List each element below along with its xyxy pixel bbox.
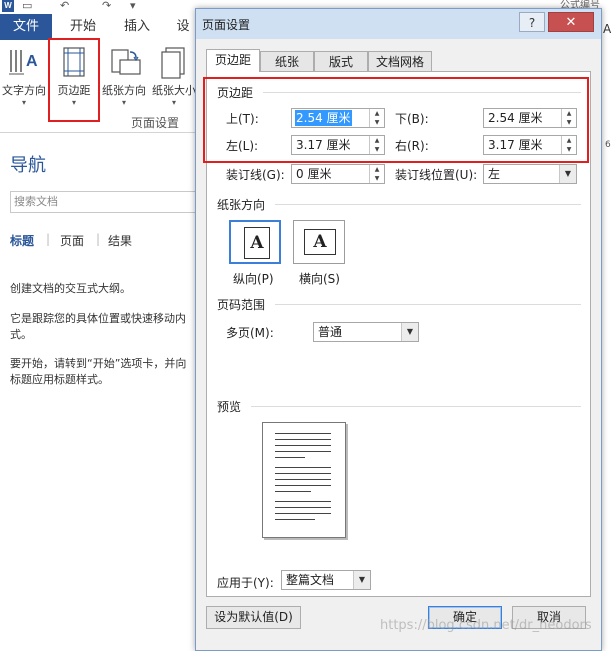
apply-to-select[interactable]: 整篇文档 ▼ (281, 570, 371, 590)
size-caret-icon: ▾ (171, 98, 176, 107)
gutter-position-select[interactable]: 左 ▼ (483, 164, 577, 184)
preview-text-line (275, 457, 305, 458)
set-default-button[interactable]: 设为默认值(D) (206, 606, 301, 629)
tab-layout[interactable]: 版式 (314, 51, 368, 71)
right-edge-letter: A (603, 22, 612, 36)
chevron-down-icon[interactable]: ▼ (559, 165, 576, 183)
gutter-label: 装订线(G): (226, 168, 285, 182)
nav-text-line: 它是跟踪您的具体位置或快速移动内 (10, 312, 186, 325)
text-direction-caret-icon: ▾ (21, 98, 26, 107)
preview-text-line (275, 445, 331, 446)
nav-search-input[interactable]: 搜索文档 (10, 191, 200, 213)
preview-text-line (275, 433, 331, 434)
page-setup-dialog: 页面设置 ? ✕ 页边距 纸张 版式 文档网格 页边距 上(T): 2.54 厘… (195, 8, 602, 651)
watermark: https://blog.csdn.net/dr_heodors (380, 618, 592, 633)
dialog-titlebar: 页面设置 ? ✕ (196, 9, 601, 39)
portrait-page-icon: A (244, 227, 270, 259)
nav-title: 导航 (10, 155, 46, 176)
multiple-pages-select[interactable]: 普通 ▼ (313, 322, 419, 342)
preview-text-line (275, 467, 331, 468)
dialog-title: 页面设置 (202, 18, 251, 32)
redo-icon[interactable]: ↷ (102, 0, 111, 12)
gutter-value: 0 厘米 (296, 167, 332, 181)
nav-tab-results[interactable]: 结果 (108, 232, 132, 249)
nav-tab-pages[interactable]: 页面 (60, 232, 84, 249)
nav-text-line: 式。 (10, 328, 32, 341)
preview-text-line (275, 473, 331, 474)
preview-section-title: 预览 (217, 400, 242, 414)
size-label: 纸张大小 (152, 84, 196, 97)
divider (275, 304, 581, 305)
preview-text-line (275, 451, 331, 452)
preview-text-line (275, 507, 331, 508)
apply-to-label: 应用于(Y): (217, 576, 274, 590)
portrait-label: 纵向(P) (233, 272, 274, 286)
save-icon[interactable]: ▭ (22, 0, 32, 12)
text-direction-button[interactable]: A 文字方向 ▾ (0, 44, 48, 124)
tab-design[interactable]: 设 (168, 14, 198, 40)
landscape-page-icon: A (304, 229, 336, 255)
help-button[interactable]: ? (519, 12, 545, 32)
close-button[interactable]: ✕ (548, 12, 594, 32)
multiple-pages-label: 多页(M): (226, 326, 274, 340)
undo-icon[interactable]: ↶ (60, 0, 69, 12)
size-icon (156, 46, 192, 80)
pages-section-title: 页码范围 (217, 298, 266, 312)
margins-highlight-box (48, 38, 100, 122)
page-setup-group-label: 页面设置 (130, 116, 179, 130)
preview-text-line (275, 513, 331, 514)
customize-icon[interactable]: ▾ (130, 0, 136, 12)
size-button[interactable]: 纸张大小 ▾ (150, 44, 198, 124)
nav-text-line: 要开始，请转到“开始”选项卡，并向 (10, 357, 187, 370)
spinner-arrows-icon[interactable]: ▲ ▼ (369, 165, 384, 183)
margins-highlight-box (203, 77, 589, 163)
divider (275, 204, 581, 205)
preview-text-line (275, 519, 315, 520)
preview-text-line (275, 479, 331, 480)
preview-text-line (275, 501, 331, 502)
right-edge-num: 6 (605, 140, 611, 150)
text-direction-label: 文字方向 (2, 84, 46, 97)
orientation-icon (106, 46, 142, 80)
nav-text-line: 创建文档的交互式大纲。 (10, 282, 131, 295)
orientation-label: 纸张方向 (102, 84, 146, 97)
tab-file[interactable]: 文件 (0, 14, 52, 40)
apply-to-value: 整篇文档 (286, 573, 335, 587)
gutter-position-label: 装订线位置(U): (395, 168, 478, 182)
nav-tab-divider: | (46, 232, 51, 246)
orientation-button[interactable]: 纸张方向 ▾ (100, 44, 148, 124)
preview-text-line (275, 485, 331, 486)
tab-home[interactable]: 开始 (60, 14, 106, 40)
tab-paper[interactable]: 纸张 (260, 51, 314, 71)
word-icon: W (2, 0, 14, 12)
tab-doc-grid[interactable]: 文档网格 (368, 51, 432, 71)
landscape-option[interactable]: A (293, 220, 345, 264)
preview-text-line (275, 439, 331, 440)
chevron-down-icon[interactable]: ▼ (401, 323, 418, 341)
portrait-option[interactable]: A (229, 220, 281, 264)
chevron-down-icon[interactable]: ▼ (353, 571, 370, 589)
orientation-caret-icon: ▾ (121, 98, 126, 107)
navigation-pane: 导航 搜索文档 标题 | 页面 | 结果 创建文档的交互式大纲。 它是跟踪您的具… (0, 133, 200, 649)
text-direction-icon: A (6, 46, 42, 80)
page-preview (262, 422, 346, 538)
multiple-pages-value: 普通 (318, 325, 343, 339)
gutter-input[interactable]: 0 厘米 ▲ ▼ (291, 164, 385, 184)
tab-margins[interactable]: 页边距 (206, 49, 260, 72)
nav-text-line: 标题应用标题样式。 (10, 373, 109, 386)
orientation-section-title: 纸张方向 (217, 198, 266, 212)
nav-tab-divider: | (96, 232, 101, 246)
preview-text-line (275, 491, 311, 492)
nav-tab-headings[interactable]: 标题 (10, 232, 34, 249)
gutter-position-value: 左 (488, 167, 501, 181)
svg-text:A: A (26, 53, 38, 70)
divider (251, 406, 581, 407)
tab-insert[interactable]: 插入 (114, 14, 160, 40)
landscape-label: 横向(S) (299, 272, 340, 286)
